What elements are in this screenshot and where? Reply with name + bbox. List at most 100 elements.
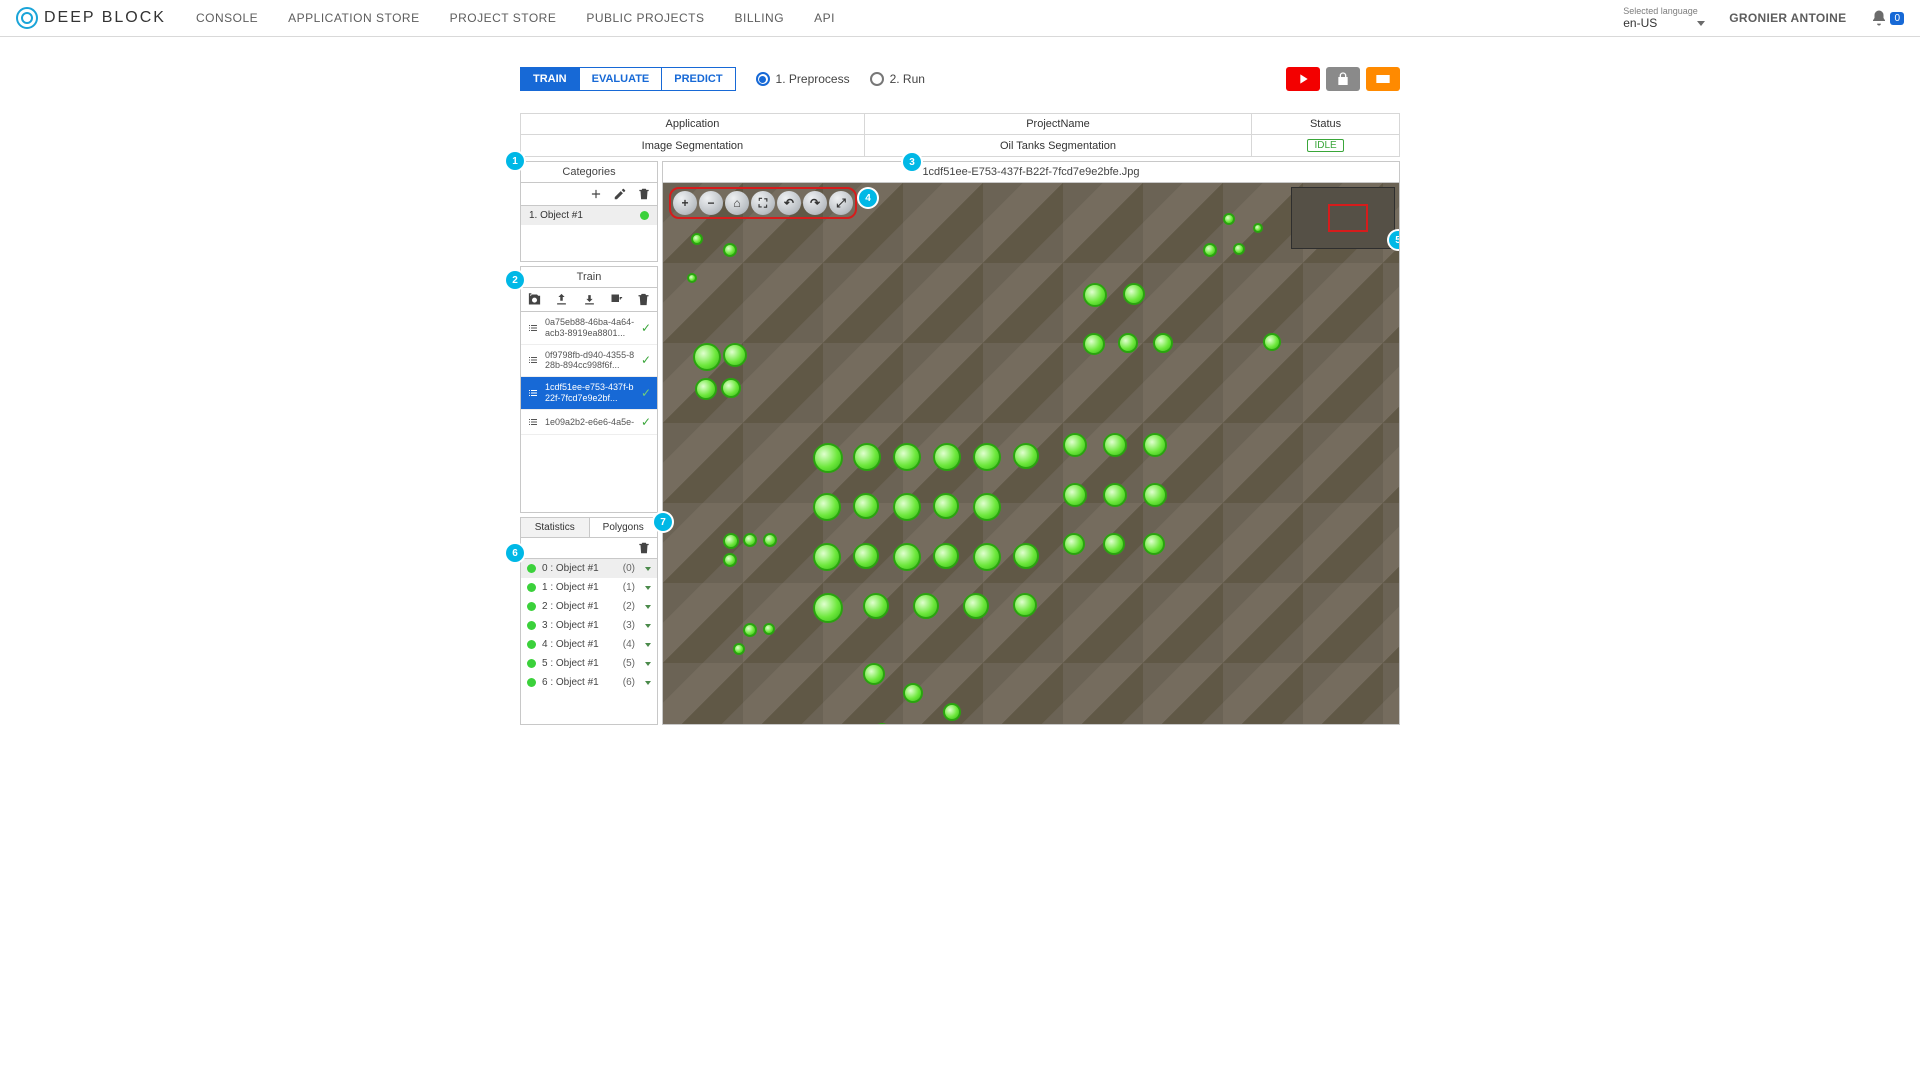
tank-annotation[interactable] <box>1223 213 1235 225</box>
keyboard-button[interactable] <box>1366 67 1400 91</box>
lock-button[interactable] <box>1326 67 1360 91</box>
polygon-item[interactable]: 2 : Object #1(2) <box>521 597 657 616</box>
tank-annotation[interactable] <box>903 683 923 703</box>
step-run[interactable]: 2. Run <box>870 72 925 86</box>
viewer-canvas[interactable]: + − ⌂ ⛶ ↶ ↷ ⤢ 4 5 <box>663 183 1399 724</box>
tank-annotation[interactable] <box>1013 543 1039 569</box>
tank-annotation[interactable] <box>1233 243 1245 255</box>
tank-annotation[interactable] <box>1203 243 1217 257</box>
notifications[interactable]: 0 <box>1870 9 1904 27</box>
tank-annotation[interactable] <box>691 233 703 245</box>
tab-train[interactable]: TRAIN <box>521 68 580 90</box>
tank-annotation[interactable] <box>813 493 841 521</box>
tank-annotation[interactable] <box>687 273 697 283</box>
tank-annotation[interactable] <box>1013 443 1039 469</box>
tank-annotation[interactable] <box>853 543 879 569</box>
tank-annotation[interactable] <box>1143 433 1167 457</box>
tank-annotation[interactable] <box>1013 593 1037 617</box>
brand-logo[interactable]: DEEP BLOCK <box>16 7 166 29</box>
tank-annotation[interactable] <box>763 623 775 635</box>
tank-annotation[interactable] <box>913 593 939 619</box>
tank-annotation[interactable] <box>893 493 921 521</box>
tank-annotation[interactable] <box>933 543 959 569</box>
tank-annotation[interactable] <box>813 543 841 571</box>
edit-icon[interactable] <box>613 187 627 201</box>
minimap[interactable] <box>1291 187 1395 249</box>
tank-annotation[interactable] <box>863 663 885 685</box>
tank-annotation[interactable] <box>693 343 721 371</box>
train-item[interactable]: 1e09a2b2-e6e6-4a5e-✓ <box>521 410 657 435</box>
tank-annotation[interactable] <box>813 443 843 473</box>
polygon-item[interactable]: 5 : Object #1(5) <box>521 654 657 673</box>
tank-annotation[interactable] <box>893 543 921 571</box>
tank-annotation[interactable] <box>1103 433 1127 457</box>
zoom-in-button[interactable]: + <box>673 191 697 215</box>
tank-annotation[interactable] <box>933 493 959 519</box>
rotate-right-button[interactable]: ↷ <box>803 191 827 215</box>
tank-annotation[interactable] <box>723 533 739 549</box>
tank-annotation[interactable] <box>1103 483 1127 507</box>
tank-annotation[interactable] <box>1083 283 1107 307</box>
category-item[interactable]: 1. Object #1 <box>521 206 657 225</box>
polygon-item[interactable]: 0 : Object #1(0) <box>521 559 657 578</box>
tank-annotation[interactable] <box>1063 433 1087 457</box>
tank-annotation[interactable] <box>1153 333 1173 353</box>
tank-annotation[interactable] <box>743 533 757 547</box>
tank-annotation[interactable] <box>853 493 879 519</box>
tank-annotation[interactable] <box>963 593 989 619</box>
tank-annotation[interactable] <box>973 543 1001 571</box>
tank-annotation[interactable] <box>1118 333 1138 353</box>
tank-annotation[interactable] <box>853 443 881 471</box>
download-icon[interactable] <box>582 292 597 307</box>
tank-annotation[interactable] <box>1063 483 1087 507</box>
train-item[interactable]: 0f9798fb-d940-4355-828b-894cc998f6f...✓ <box>521 345 657 378</box>
add-photo-icon[interactable] <box>527 292 542 307</box>
upload-icon[interactable] <box>554 292 569 307</box>
polygon-item[interactable]: 3 : Object #1(3) <box>521 616 657 635</box>
language-selector[interactable]: Selected language en-US <box>1623 6 1705 30</box>
tank-annotation[interactable] <box>813 593 843 623</box>
tank-annotation[interactable] <box>733 643 745 655</box>
nav-billing[interactable]: BILLING <box>735 11 785 25</box>
tank-annotation[interactable] <box>933 443 961 471</box>
nav-console[interactable]: CONSOLE <box>196 11 258 25</box>
nav-project-store[interactable]: PROJECT STORE <box>450 11 557 25</box>
tank-annotation[interactable] <box>1253 223 1263 233</box>
step-preprocess[interactable]: 1. Preprocess <box>756 72 850 86</box>
home-button[interactable]: ⌂ <box>725 191 749 215</box>
tab-predict[interactable]: PREDICT <box>662 68 734 90</box>
train-list[interactable]: 0a75eb88-46ba-4a64-acb3-8919ea8801...✓0f… <box>521 312 657 512</box>
polygon-item[interactable]: 4 : Object #1(4) <box>521 635 657 654</box>
train-item[interactable]: 0a75eb88-46ba-4a64-acb3-8919ea8801...✓ <box>521 312 657 345</box>
tank-annotation[interactable] <box>1123 283 1145 305</box>
tank-annotation[interactable] <box>695 378 717 400</box>
tank-annotation[interactable] <box>943 703 961 721</box>
add-image-icon[interactable] <box>609 292 624 307</box>
tank-annotation[interactable] <box>973 443 1001 471</box>
delete-polygon-icon[interactable] <box>637 541 651 555</box>
nav-public-projects[interactable]: PUBLIC PROJECTS <box>586 11 704 25</box>
username[interactable]: GRONIER ANTOINE <box>1729 11 1846 25</box>
nav-application-store[interactable]: APPLICATION STORE <box>288 11 419 25</box>
tank-annotation[interactable] <box>863 593 889 619</box>
tank-annotation[interactable] <box>723 243 737 257</box>
tab-evaluate[interactable]: EVALUATE <box>580 68 663 90</box>
rotate-left-button[interactable]: ↶ <box>777 191 801 215</box>
polygon-list[interactable]: 0 : Object #1(0)1 : Object #1(1)2 : Obje… <box>521 559 657 724</box>
delete-icon[interactable] <box>637 187 651 201</box>
train-item[interactable]: 1cdf51ee-e753-437f-b22f-7fcd7e9e2bf...✓ <box>521 377 657 410</box>
delete-all-icon[interactable] <box>636 292 651 307</box>
tank-annotation[interactable] <box>973 493 1001 521</box>
polygon-item[interactable]: 6 : Object #1(6) <box>521 673 657 692</box>
youtube-button[interactable] <box>1286 67 1320 91</box>
fullscreen-button[interactable]: ⤢ <box>829 191 853 215</box>
tank-annotation[interactable] <box>1063 533 1085 555</box>
tank-annotation[interactable] <box>743 623 757 637</box>
tank-annotation[interactable] <box>1143 533 1165 555</box>
tab-polygons[interactable]: Polygons <box>590 518 658 537</box>
tank-annotation[interactable] <box>763 533 777 547</box>
tank-annotation[interactable] <box>1143 483 1167 507</box>
tank-annotation[interactable] <box>723 343 747 367</box>
tab-statistics[interactable]: Statistics <box>521 518 590 537</box>
tank-annotation[interactable] <box>721 378 741 398</box>
